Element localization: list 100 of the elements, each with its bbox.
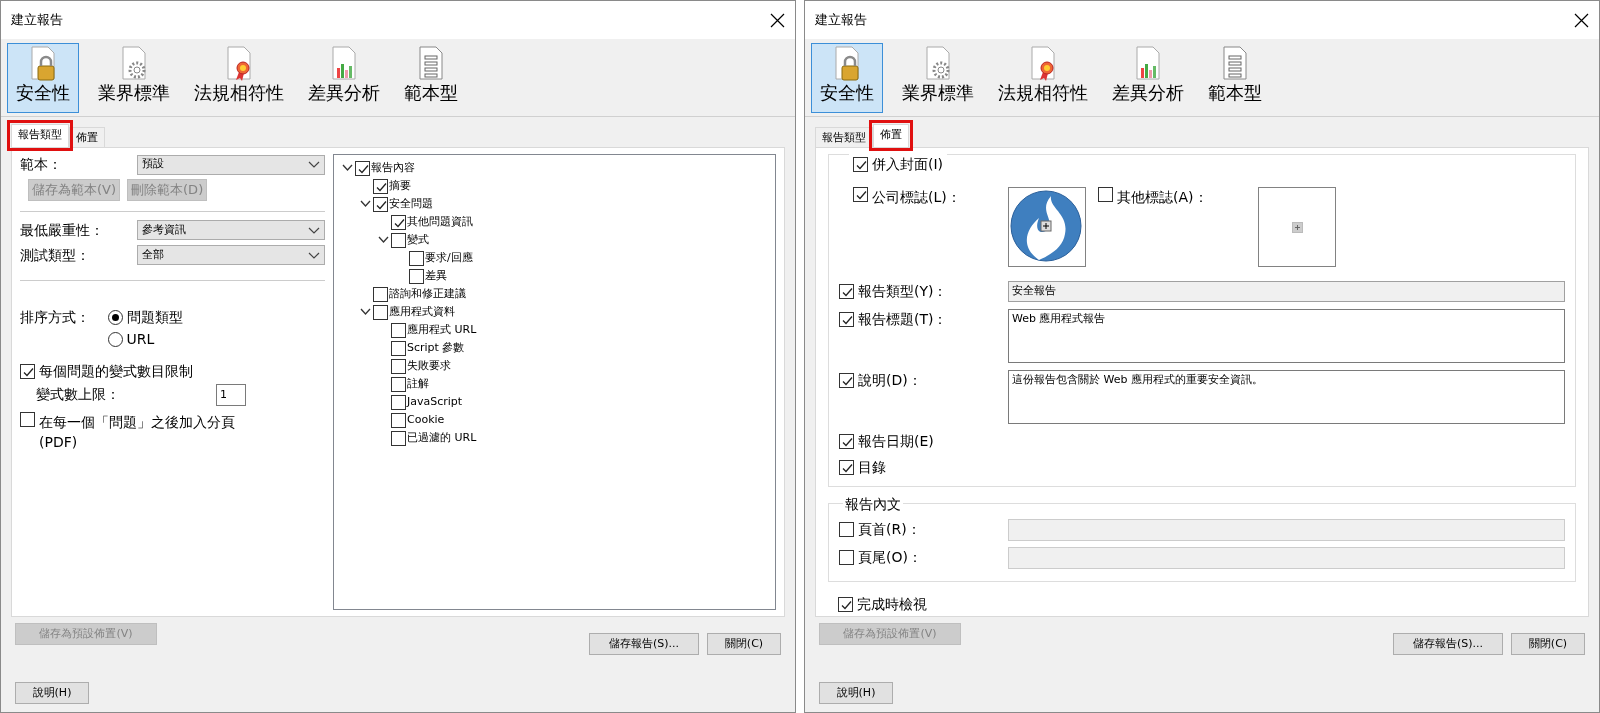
category-button[interactable]: 法規相符性 [989, 43, 1097, 113]
checkbox[interactable] [1098, 187, 1113, 202]
tree-item[interactable]: Cookie [407, 411, 445, 429]
checkbox-label: 報告類型(Y)： [858, 282, 948, 301]
checkbox[interactable] [20, 411, 35, 427]
button[interactable]: 關閉(C) [707, 633, 781, 655]
checkbox[interactable] [853, 187, 868, 202]
checkbox[interactable] [409, 268, 424, 284]
checkbox-label: 完成時檢視 [857, 595, 927, 614]
radio-label: 問題類型 [126, 308, 183, 327]
close-icon[interactable] [1574, 12, 1589, 28]
category-button[interactable]: 範本型 [1199, 43, 1271, 113]
checkbox[interactable] [409, 250, 424, 266]
button[interactable]: 說明(H) [819, 682, 893, 704]
checkbox-label: 頁首(R)： [858, 520, 921, 539]
checkbox[interactable] [391, 376, 406, 392]
checkbox[interactable] [391, 322, 406, 338]
dropdown[interactable]: 參考資訊 [136, 220, 325, 240]
checkbox[interactable] [839, 284, 854, 299]
checkbox[interactable] [839, 312, 854, 327]
dropdown[interactable]: 全部 [136, 245, 325, 265]
tree-item[interactable]: 諮詢和修正建議 [389, 285, 466, 303]
category-button[interactable]: 差異分析 [1103, 43, 1193, 113]
checkbox-label: 其他標誌(A)： [1117, 188, 1208, 207]
checkbox[interactable] [391, 232, 406, 248]
number-field[interactable]: 1 [216, 383, 246, 406]
checkbox[interactable] [355, 160, 370, 176]
checkbox[interactable] [839, 373, 854, 388]
expand-icon[interactable] [359, 307, 371, 317]
field-label: 範本： [20, 155, 63, 174]
checkbox[interactable] [839, 460, 854, 475]
tree-item[interactable]: 失敗要求 [407, 357, 451, 375]
tab[interactable]: 佈置 [69, 127, 105, 147]
checkbox-label: 報告日期(E) [858, 432, 934, 451]
image-box[interactable] [1258, 187, 1336, 267]
checkbox[interactable] [391, 394, 406, 410]
tree-item[interactable]: 應用程式資料 [389, 303, 455, 321]
radio-button[interactable] [108, 310, 123, 325]
expand-icon[interactable] [359, 199, 371, 209]
category-button[interactable]: 業界標準 [893, 43, 983, 113]
checkbox[interactable] [838, 597, 853, 612]
category-button[interactable]: 安全性 [811, 43, 883, 113]
field-label: 測試類型： [20, 245, 91, 265]
category-button[interactable]: 範本型 [395, 43, 467, 113]
image-box[interactable] [1008, 187, 1086, 267]
checkbox[interactable] [853, 157, 868, 172]
category-button[interactable]: 業界標準 [89, 43, 179, 113]
lock-document-icon [28, 46, 58, 82]
ribbon-document-icon [224, 46, 254, 82]
tree-item[interactable]: Script 參數 [407, 339, 465, 357]
text-area[interactable]: Web 應用程式報告 [1008, 309, 1565, 363]
checkbox[interactable] [839, 434, 854, 449]
expand-icon[interactable] [341, 163, 353, 173]
button[interactable]: 儲存報告(S)... [589, 633, 699, 655]
checkbox[interactable] [373, 178, 388, 194]
checkbox-label: 目錄 [858, 458, 886, 477]
checkbox[interactable] [391, 412, 406, 428]
list-document-icon [416, 46, 446, 82]
checkbox[interactable] [391, 214, 406, 230]
tree-item[interactable]: 變式 [407, 231, 429, 249]
tree-item[interactable]: 差異 [425, 267, 447, 285]
tree-item[interactable]: JavaScript [407, 393, 463, 411]
chart-document-icon [329, 46, 359, 82]
button[interactable]: 儲存報告(S)... [1393, 633, 1503, 655]
tree-item[interactable]: 摘要 [389, 177, 411, 195]
checkbox-label: 併入封面(I) [872, 155, 944, 174]
category-button[interactable]: 法規相符性 [185, 43, 293, 113]
tree-item[interactable]: 安全問題 [389, 195, 433, 213]
category-button[interactable]: 安全性 [7, 43, 79, 113]
readonly-field[interactable]: 安全報告 [1008, 281, 1565, 302]
tab[interactable]: 報告類型 [815, 127, 873, 147]
checkbox[interactable] [20, 363, 35, 379]
dropdown[interactable]: 預設 [136, 154, 325, 175]
checkbox[interactable] [373, 286, 388, 302]
tree-item[interactable]: 報告內容 [371, 159, 415, 177]
checkbox[interactable] [391, 340, 406, 356]
field-label: 排序方式： [20, 307, 91, 327]
checkbox[interactable] [391, 430, 406, 446]
category-button[interactable]: 差異分析 [299, 43, 389, 113]
chart-document-icon [1133, 46, 1163, 82]
gear-document-icon [119, 46, 149, 82]
group-label: 報告內文 [845, 495, 901, 514]
close-icon[interactable] [770, 12, 785, 28]
tree-item[interactable]: 要求/回應 [425, 249, 473, 267]
checkbox-label: 在每一個「問題」之後加入分頁 (PDF) [39, 412, 235, 452]
tree-item[interactable]: 其他問題資訊 [407, 213, 473, 231]
checkbox[interactable] [373, 196, 388, 212]
tree-item[interactable]: 註解 [407, 375, 429, 393]
tree-item[interactable]: 應用程式 URL [407, 321, 477, 339]
text-area[interactable]: 這份報告包含關於 Web 應用程式的重要安全資訊。 [1008, 370, 1565, 424]
checkbox[interactable] [391, 358, 406, 374]
expand-icon[interactable] [377, 235, 389, 245]
field-label: 最低嚴重性： [20, 220, 105, 240]
button[interactable]: 說明(H) [15, 682, 89, 704]
button[interactable]: 關閉(C) [1511, 633, 1585, 655]
checkbox-label: 每個問題的變式數目限制 [39, 361, 193, 381]
radio-button[interactable] [108, 332, 123, 347]
checkbox[interactable] [373, 304, 388, 320]
caret-icon [308, 251, 320, 259]
tree-item[interactable]: 已過濾的 URL [407, 429, 477, 447]
